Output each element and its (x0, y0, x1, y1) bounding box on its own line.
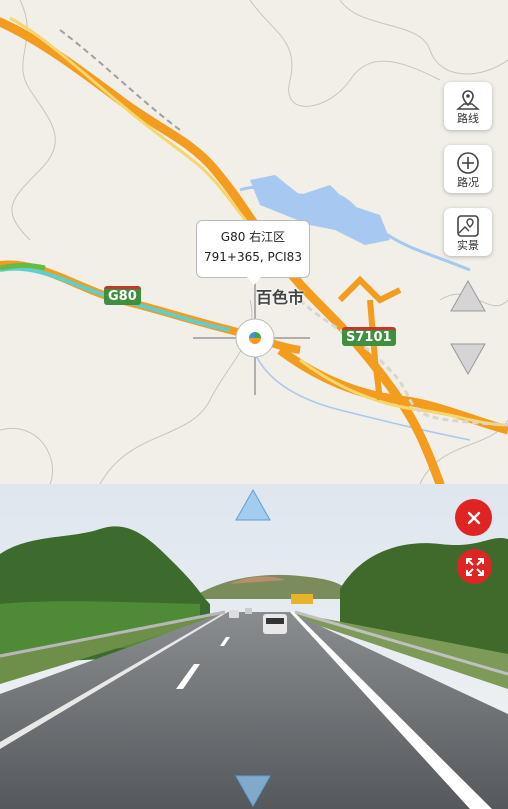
close-street-view-button[interactable] (455, 499, 492, 536)
street-view-photo[interactable] (0, 484, 508, 809)
plus-circle-icon (457, 151, 479, 174)
live-view-button[interactable]: 实景 (444, 208, 492, 256)
close-icon (467, 511, 480, 524)
map-view[interactable]: 百色市 G80 S7101 G80 右江区 791+365, PCI83 路线 … (0, 0, 508, 484)
fullscreen-button[interactable] (457, 549, 492, 584)
location-tooltip: G80 右江区 791+365, PCI83 (196, 220, 310, 285)
route-shield-s7101: S7101 (342, 327, 396, 346)
map-pin-icon (456, 89, 480, 110)
route-button-label: 路线 (457, 111, 479, 125)
tooltip-road: G80 右江区 (220, 230, 286, 244)
expand-icon (465, 557, 484, 576)
location-marker[interactable] (234, 317, 276, 359)
live-view-button-label: 实景 (457, 238, 479, 252)
photo-backward-arrow-icon[interactable] (234, 774, 272, 808)
city-label: 百色市 (256, 288, 305, 307)
route-button[interactable]: 路线 (444, 82, 492, 130)
traffic-button-label: 路况 (457, 175, 479, 189)
photo-map-icon (457, 214, 479, 237)
road-scene (0, 484, 508, 809)
tooltip-stake: 791+365, PCI83 (204, 250, 302, 264)
route-shield-g80: G80 (104, 286, 141, 305)
photo-forward-arrow-icon[interactable] (234, 488, 272, 522)
traffic-button[interactable]: 路况 (444, 145, 492, 193)
map-down-arrow-icon[interactable] (449, 342, 487, 376)
map-up-arrow-icon[interactable] (449, 279, 487, 313)
